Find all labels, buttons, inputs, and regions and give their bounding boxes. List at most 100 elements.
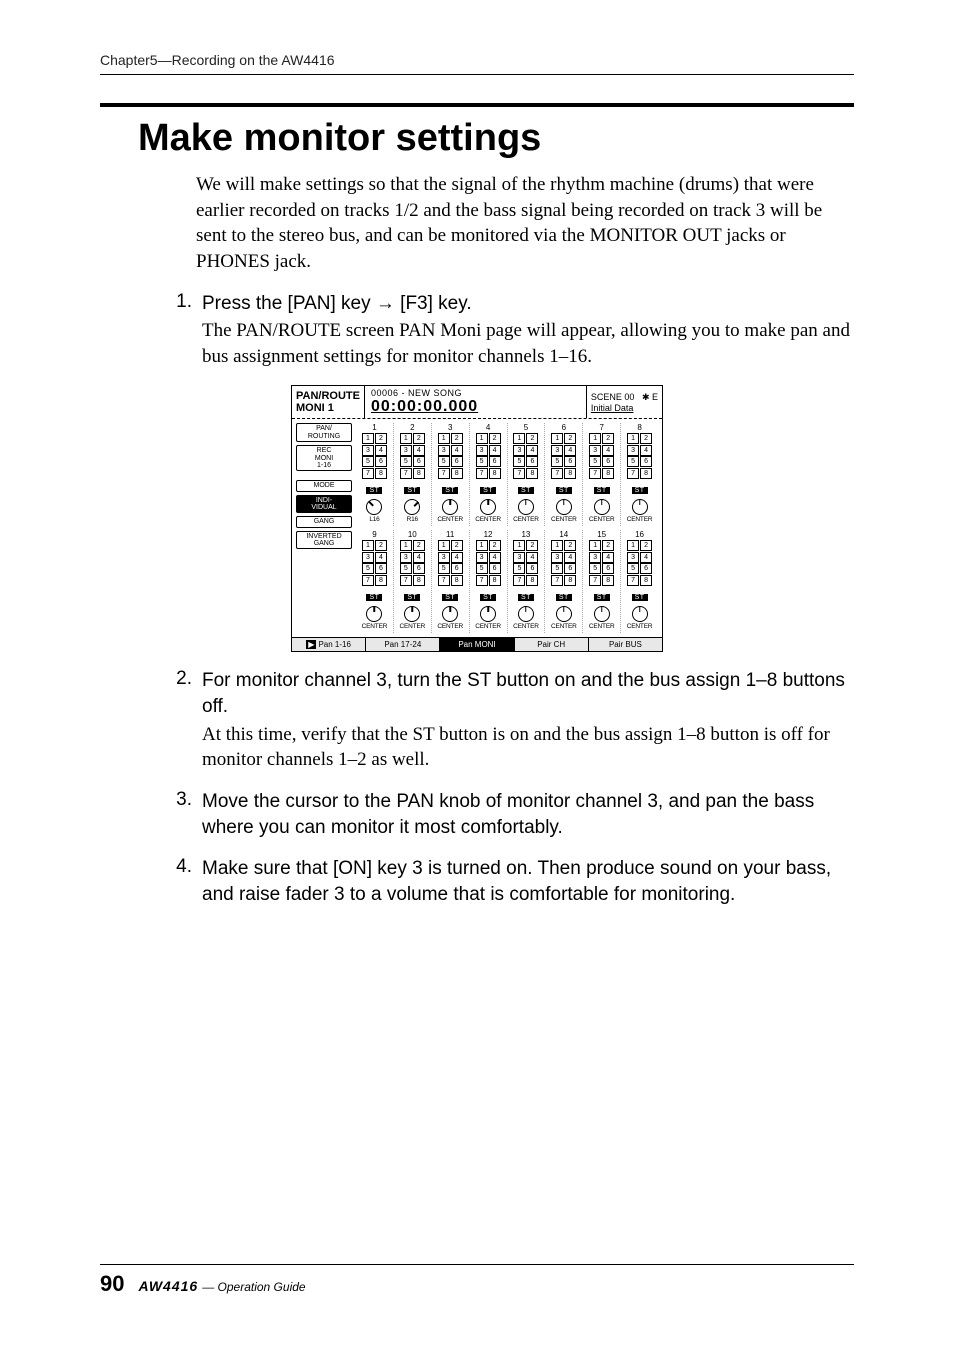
bus-assign-button[interactable]: 8 [451, 575, 463, 586]
bus-assign-button[interactable]: 6 [413, 456, 425, 467]
bus-assign-button[interactable]: 8 [526, 575, 538, 586]
bus-assign-button[interactable]: 3 [627, 552, 639, 563]
pan-knob[interactable] [518, 499, 534, 515]
bus-assign-button[interactable]: 7 [362, 468, 374, 479]
bus-assign-button[interactable]: 3 [589, 552, 601, 563]
bus-assign-button[interactable]: 1 [362, 433, 374, 444]
bus-assign-button[interactable]: 3 [513, 445, 525, 456]
st-button[interactable]: ST [518, 594, 534, 601]
side-gang[interactable]: GANG [296, 516, 352, 527]
bus-assign-button[interactable]: 6 [375, 563, 387, 574]
st-button[interactable]: ST [404, 594, 420, 601]
bus-assign-button[interactable]: 3 [513, 552, 525, 563]
bus-assign-button[interactable]: 3 [476, 552, 488, 563]
bus-assign-button[interactable]: 3 [551, 445, 563, 456]
bus-assign-button[interactable]: 8 [375, 575, 387, 586]
st-button[interactable]: ST [594, 594, 610, 601]
bus-assign-button[interactable]: 6 [451, 456, 463, 467]
bus-assign-button[interactable]: 2 [602, 433, 614, 444]
st-button[interactable]: ST [632, 594, 648, 601]
bus-assign-button[interactable]: 7 [513, 575, 525, 586]
pan-knob[interactable] [442, 606, 458, 622]
bus-assign-button[interactable]: 8 [602, 575, 614, 586]
st-button[interactable]: ST [556, 594, 572, 601]
bus-assign-button[interactable]: 4 [375, 445, 387, 456]
st-button[interactable]: ST [366, 594, 382, 601]
bus-assign-button[interactable]: 1 [513, 433, 525, 444]
bus-assign-button[interactable]: 1 [589, 540, 601, 551]
bus-assign-button[interactable]: 5 [438, 563, 450, 574]
bus-assign-button[interactable]: 1 [400, 540, 412, 551]
pan-knob[interactable] [632, 499, 648, 515]
bus-assign-button[interactable]: 5 [400, 456, 412, 467]
bus-assign-button[interactable]: 4 [602, 445, 614, 456]
st-button[interactable]: ST [480, 487, 496, 494]
bus-assign-button[interactable]: 2 [451, 540, 463, 551]
bus-assign-button[interactable]: 1 [589, 433, 601, 444]
bus-assign-button[interactable]: 4 [413, 552, 425, 563]
bus-assign-button[interactable]: 8 [526, 468, 538, 479]
bus-assign-button[interactable]: 3 [627, 445, 639, 456]
bus-assign-button[interactable]: 8 [564, 575, 576, 586]
bus-assign-button[interactable]: 5 [627, 563, 639, 574]
bus-assign-button[interactable]: 5 [476, 456, 488, 467]
bus-assign-button[interactable]: 2 [375, 540, 387, 551]
st-button[interactable]: ST [632, 487, 648, 494]
bus-assign-button[interactable]: 2 [640, 540, 652, 551]
bus-assign-button[interactable]: 6 [451, 563, 463, 574]
bus-assign-button[interactable]: 3 [589, 445, 601, 456]
side-rec-moni[interactable]: RECMONI1-16 [296, 445, 352, 471]
bus-assign-button[interactable]: 2 [413, 540, 425, 551]
st-button[interactable]: ST [442, 594, 458, 601]
bus-assign-button[interactable]: 1 [476, 540, 488, 551]
bus-assign-button[interactable]: 5 [551, 563, 563, 574]
pan-knob[interactable] [366, 606, 382, 622]
bus-assign-button[interactable]: 8 [602, 468, 614, 479]
bus-assign-button[interactable]: 8 [489, 468, 501, 479]
bus-assign-button[interactable]: 7 [589, 468, 601, 479]
bus-assign-button[interactable]: 4 [451, 552, 463, 563]
bus-assign-button[interactable]: 2 [526, 540, 538, 551]
pan-knob[interactable] [594, 606, 610, 622]
bus-assign-button[interactable]: 5 [362, 456, 374, 467]
bus-assign-button[interactable]: 1 [438, 433, 450, 444]
bus-assign-button[interactable]: 8 [413, 575, 425, 586]
bus-assign-button[interactable]: 6 [602, 563, 614, 574]
bus-assign-button[interactable]: 5 [513, 456, 525, 467]
st-button[interactable]: ST [404, 487, 420, 494]
tab-pan-1-16[interactable]: Pan 1-16 [292, 638, 366, 651]
bus-assign-button[interactable]: 2 [489, 433, 501, 444]
bus-assign-button[interactable]: 5 [589, 456, 601, 467]
pan-knob[interactable] [556, 606, 572, 622]
bus-assign-button[interactable]: 6 [526, 563, 538, 574]
st-button[interactable]: ST [442, 487, 458, 494]
bus-assign-button[interactable]: 7 [400, 468, 412, 479]
bus-assign-button[interactable]: 5 [476, 563, 488, 574]
bus-assign-button[interactable]: 2 [564, 540, 576, 551]
side-pan-routing[interactable]: PAN/ROUTING [296, 423, 352, 442]
bus-assign-button[interactable]: 4 [564, 445, 576, 456]
side-individual[interactable]: INDI-VIDUAL [296, 495, 352, 514]
bus-assign-button[interactable]: 6 [640, 456, 652, 467]
bus-assign-button[interactable]: 4 [489, 552, 501, 563]
tab-pan-moni[interactable]: Pan MONI [440, 638, 514, 651]
bus-assign-button[interactable]: 5 [551, 456, 563, 467]
bus-assign-button[interactable]: 6 [564, 456, 576, 467]
bus-assign-button[interactable]: 3 [438, 445, 450, 456]
bus-assign-button[interactable]: 5 [589, 563, 601, 574]
pan-knob[interactable] [404, 499, 420, 515]
bus-assign-button[interactable]: 4 [413, 445, 425, 456]
bus-assign-button[interactable]: 8 [451, 468, 463, 479]
bus-assign-button[interactable]: 5 [627, 456, 639, 467]
pan-knob[interactable] [442, 499, 458, 515]
bus-assign-button[interactable]: 7 [476, 468, 488, 479]
tab-pair-bus[interactable]: Pair BUS [589, 638, 662, 651]
bus-assign-button[interactable]: 1 [551, 540, 563, 551]
bus-assign-button[interactable]: 4 [451, 445, 463, 456]
pan-knob[interactable] [632, 606, 648, 622]
bus-assign-button[interactable]: 8 [640, 575, 652, 586]
bus-assign-button[interactable]: 3 [476, 445, 488, 456]
bus-assign-button[interactable]: 1 [400, 433, 412, 444]
bus-assign-button[interactable]: 7 [362, 575, 374, 586]
bus-assign-button[interactable]: 1 [627, 433, 639, 444]
